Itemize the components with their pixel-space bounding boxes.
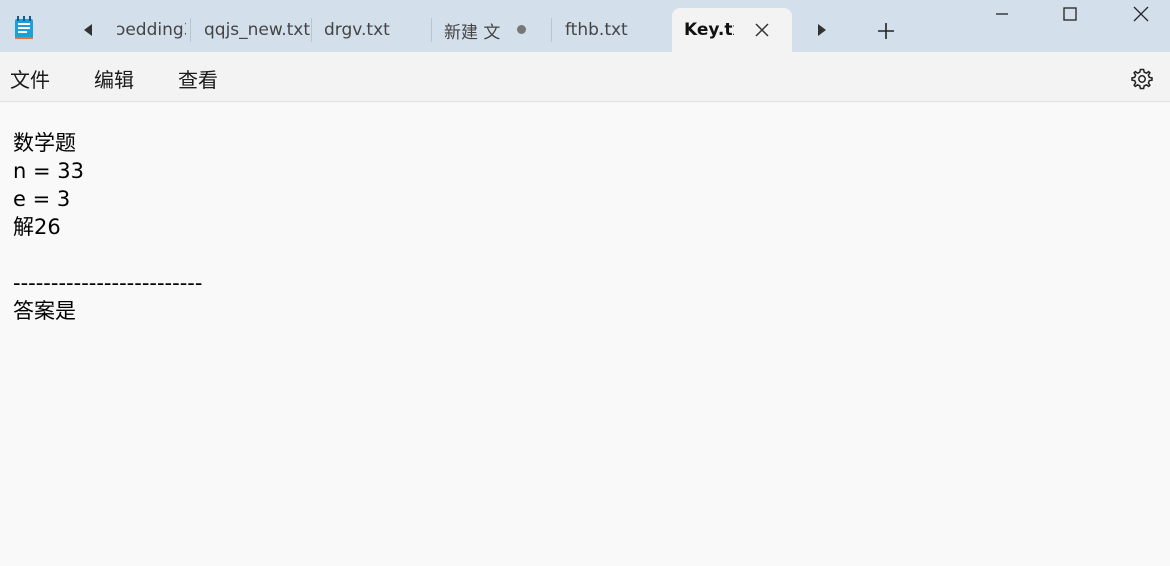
tab-scroll-left-button[interactable] — [76, 18, 100, 42]
maximize-button[interactable] — [1042, 0, 1098, 28]
notepad-icon — [15, 16, 33, 39]
maximize-icon — [1063, 7, 1077, 21]
tab-label: fthb.txt — [565, 20, 628, 40]
minimize-icon — [996, 13, 1008, 15]
title-bar: ɔedding3 qqjs_new.txt drgv.txt 新建 文 fthb… — [0, 0, 1170, 52]
plus-icon[interactable] — [875, 20, 897, 42]
menu-edit[interactable]: 编辑 — [92, 64, 136, 93]
menu-view[interactable]: 查看 — [176, 64, 220, 93]
text-line: ------------------------- — [13, 271, 203, 295]
caret-right-icon — [818, 24, 826, 36]
text-editor[interactable]: 数学题 n = 33 e = 3 解26 -------------------… — [0, 103, 1170, 566]
text-line: 数学题 — [13, 131, 76, 155]
tab-new-document[interactable]: 新建 文 — [432, 8, 550, 52]
close-icon — [1133, 6, 1149, 22]
menu-file[interactable]: 文件 — [8, 64, 52, 93]
unsaved-dot-icon — [517, 25, 526, 34]
tab-label: 新建 文 — [444, 22, 500, 43]
gear-icon[interactable] — [1130, 67, 1154, 91]
tab-label: Key.tx — [684, 20, 734, 40]
close-window-button[interactable] — [1113, 0, 1169, 28]
tab-fthb[interactable]: fthb.txt — [552, 8, 670, 52]
close-icon[interactable] — [754, 22, 770, 38]
tab-label: qqjs_new.txt — [204, 20, 310, 40]
tab-separator — [190, 18, 191, 42]
text-line: e = 3 — [13, 187, 71, 211]
tab-drgv[interactable]: drgv.txt — [312, 8, 430, 52]
menu-bar: 文件 编辑 查看 — [0, 52, 1170, 102]
tab-key[interactable]: Key.tx — [672, 8, 792, 52]
tab-embedding[interactable]: ɔedding3 — [108, 8, 186, 52]
text-line: 解26 — [13, 215, 61, 239]
tab-label: ɔedding3 — [116, 20, 186, 40]
minimize-button[interactable] — [974, 0, 1030, 28]
tab-qqjs-new[interactable]: qqjs_new.txt — [192, 8, 310, 52]
text-line: n = 33 — [13, 159, 84, 183]
text-line: 答案是 — [13, 299, 76, 323]
tab-scroll-right-button[interactable] — [810, 18, 834, 42]
tab-label: drgv.txt — [324, 20, 390, 40]
caret-left-icon — [84, 24, 92, 36]
